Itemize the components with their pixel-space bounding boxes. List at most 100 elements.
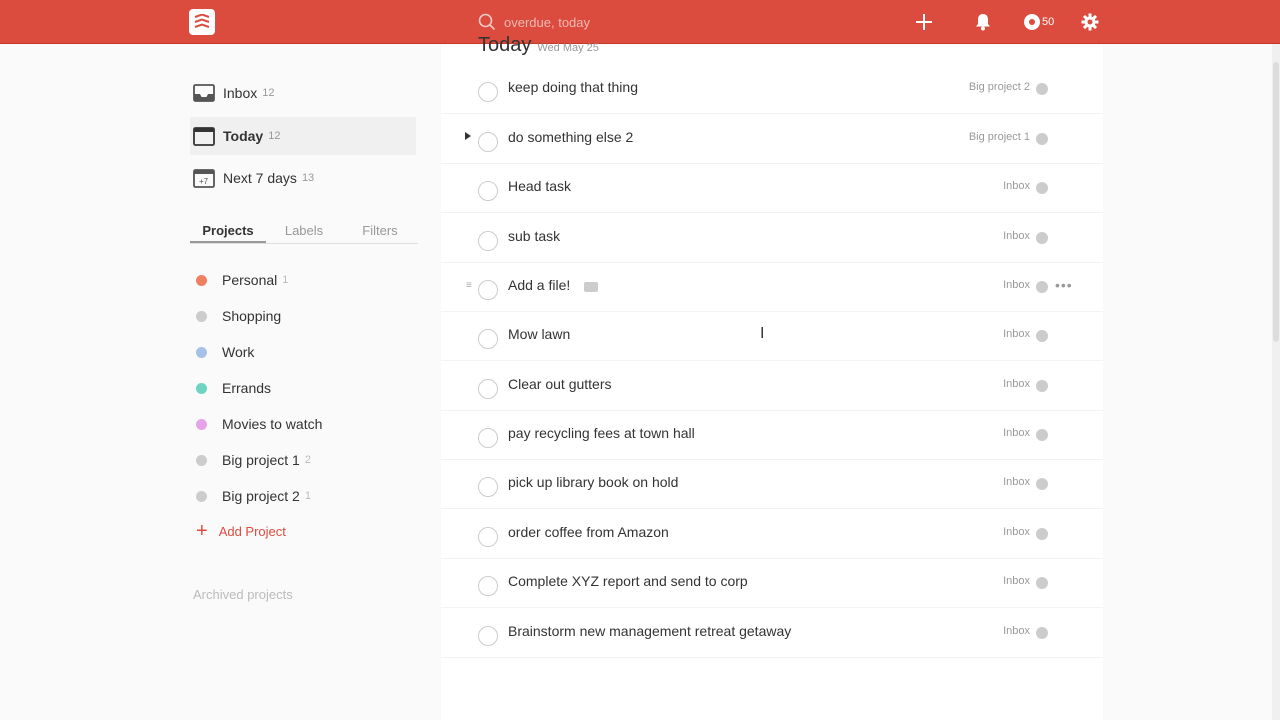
task-item[interactable]: order coffee from Amazon Inbox	[441, 510, 1103, 559]
task-item[interactable]: pay recycling fees at town hall Inbox	[441, 411, 1103, 460]
task-project-dot	[1036, 281, 1048, 293]
karma-button[interactable]: 50	[1024, 12, 1054, 32]
task-project-label[interactable]: Inbox	[1003, 625, 1030, 637]
task-checkbox[interactable]	[478, 230, 498, 251]
task-item[interactable]: ≡ Add a file! Inbox •••	[441, 263, 1103, 312]
nav-next-7-days[interactable]: +7 Next 7 days 13	[190, 159, 416, 197]
nav-count: 13	[301, 172, 315, 184]
task-content[interactable]: Brainstorm new management retreat getawa…	[508, 623, 791, 639]
task-item[interactable]: keep doing that thing Big project 2	[441, 65, 1103, 114]
task-item[interactable]: sub task Inbox	[441, 214, 1103, 263]
project-work[interactable]: Work	[196, 340, 254, 364]
task-content[interactable]: keep doing that thing	[508, 79, 638, 95]
project-count: 2	[304, 454, 311, 466]
task-project-label[interactable]: Inbox	[1003, 476, 1030, 488]
task-project-label[interactable]: Inbox	[1003, 427, 1030, 439]
tab-filters[interactable]: Filters	[342, 220, 418, 243]
task-project-dot	[1036, 380, 1048, 392]
task-project-label[interactable]: Inbox	[1003, 575, 1030, 587]
task-item[interactable]: Brainstorm new management retreat getawa…	[441, 609, 1103, 658]
task-content[interactable]: Head task	[508, 178, 571, 194]
task-item[interactable]: Mow lawn Inbox	[441, 312, 1103, 361]
add-project-button[interactable]: + Add Project	[196, 521, 286, 541]
task-project-dot	[1036, 627, 1048, 639]
task-content[interactable]: Mow lawn	[508, 326, 570, 342]
task-project-label[interactable]: Inbox	[1003, 279, 1030, 291]
task-project-label[interactable]: Inbox	[1003, 526, 1030, 538]
task-checkbox[interactable]	[478, 526, 498, 547]
bell-icon	[976, 14, 990, 31]
task-checkbox[interactable]	[478, 378, 498, 399]
project-color-dot	[196, 274, 207, 286]
task-content[interactable]: pay recycling fees at town hall	[508, 425, 695, 441]
text-cursor-icon: I	[760, 325, 765, 342]
comment-icon[interactable]	[584, 282, 598, 292]
todoist-logo-icon[interactable]	[189, 9, 215, 35]
project-name: Work	[222, 344, 255, 360]
project-name: Shopping	[222, 308, 282, 324]
task-item[interactable]: Clear out gutters Inbox	[441, 362, 1103, 411]
task-checkbox[interactable]	[478, 625, 498, 646]
sidebar: Inbox 12 Today 12 +7 Next 7 days 13 Proj…	[0, 44, 440, 720]
svg-text:+7: +7	[199, 177, 209, 186]
scrollbar[interactable]	[1272, 44, 1280, 720]
expand-caret-icon[interactable]	[465, 132, 471, 140]
task-project-label[interactable]: Inbox	[1003, 328, 1030, 340]
task-project-label[interactable]: Inbox	[1003, 378, 1030, 390]
nav-inbox[interactable]: Inbox 12	[190, 74, 416, 112]
task-project-label[interactable]: Big project 1	[969, 131, 1030, 143]
project-shopping[interactable]: Shopping	[196, 304, 281, 328]
settings-button[interactable]	[1079, 11, 1101, 33]
task-content[interactable]: pick up library book on hold	[508, 474, 678, 490]
task-checkbox[interactable]	[478, 131, 498, 152]
project-big-project-2[interactable]: Big project 2 1	[196, 484, 311, 508]
archived-projects-link[interactable]: Archived projects	[193, 587, 293, 602]
nav-today[interactable]: Today 12	[190, 117, 416, 155]
project-personal[interactable]: Personal 1	[196, 268, 288, 292]
add-task-button[interactable]	[913, 11, 935, 33]
tab-projects[interactable]: Projects	[190, 220, 266, 243]
nav-label: Inbox	[223, 85, 258, 101]
search-bar[interactable]	[470, 8, 830, 36]
task-checkbox[interactable]	[478, 81, 498, 102]
task-list-panel: Today Wed May 25 keep doing that thing B…	[441, 34, 1103, 720]
task-item[interactable]: Complete XYZ report and send to corp Inb…	[441, 559, 1103, 608]
project-errands[interactable]: Errands	[196, 376, 271, 400]
project-color-dot	[196, 418, 207, 430]
scrollbar-thumb[interactable]	[1273, 62, 1279, 342]
more-options-icon[interactable]: •••	[1055, 277, 1073, 293]
task-project-label[interactable]: Big project 2	[969, 81, 1030, 93]
task-checkbox[interactable]	[478, 180, 498, 201]
tab-labels[interactable]: Labels	[266, 220, 342, 243]
task-project-label[interactable]: Inbox	[1003, 230, 1030, 242]
karma-score: 50	[1042, 16, 1055, 28]
task-item[interactable]: Head task Inbox	[441, 164, 1103, 213]
task-checkbox[interactable]	[478, 427, 498, 448]
task-checkbox[interactable]	[478, 476, 498, 497]
nav-count: 12	[268, 130, 281, 142]
drag-handle-icon[interactable]: ≡	[466, 280, 472, 291]
task-item[interactable]: pick up library book on hold Inbox	[441, 460, 1103, 509]
task-item[interactable]: do something else 2 Big project 1	[441, 115, 1103, 164]
task-content[interactable]: do something else 2	[508, 129, 633, 145]
task-project-dot	[1036, 133, 1048, 145]
task-checkbox[interactable]	[478, 575, 498, 596]
search-input[interactable]	[502, 13, 802, 31]
notifications-button[interactable]	[972, 11, 994, 33]
project-name: Big project 2	[222, 488, 300, 504]
task-checkbox[interactable]	[478, 328, 498, 349]
search-icon	[478, 13, 496, 31]
task-content[interactable]: order coffee from Amazon	[508, 524, 669, 540]
task-content[interactable]: sub task	[508, 228, 560, 244]
project-movies-to-watch[interactable]: Movies to watch	[196, 412, 322, 436]
task-content[interactable]: Add a file!	[508, 277, 570, 293]
task-project-dot	[1036, 528, 1048, 540]
project-big-project-1[interactable]: Big project 1 2	[196, 448, 311, 472]
task-project-dot	[1036, 330, 1048, 342]
task-checkbox[interactable]	[478, 279, 498, 300]
project-color-dot	[196, 382, 207, 394]
inbox-icon	[193, 84, 215, 102]
task-content[interactable]: Clear out gutters	[508, 376, 612, 392]
task-project-label[interactable]: Inbox	[1003, 180, 1030, 192]
task-content[interactable]: Complete XYZ report and send to corp	[508, 573, 748, 589]
